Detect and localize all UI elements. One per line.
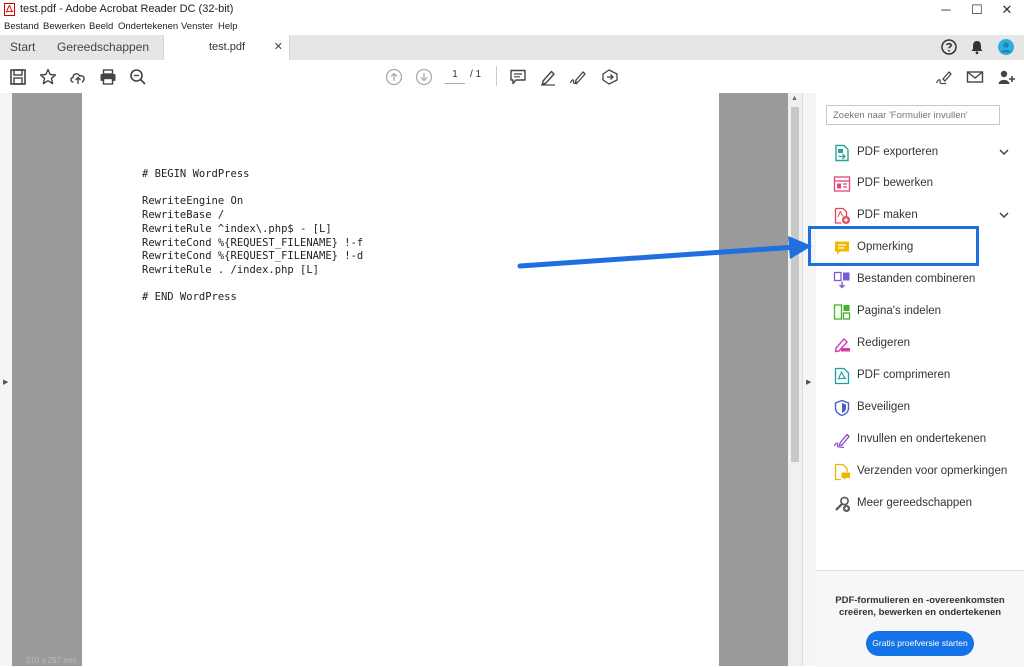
menu-bar: Bestand Bewerken Beeld Ondertekenen Vens…	[0, 20, 1024, 35]
tool-pdf-bewerken[interactable]: PDF bewerken	[816, 168, 1024, 200]
menu-venster[interactable]: Venster	[181, 21, 213, 32]
upload-cloud-icon[interactable]	[68, 67, 88, 87]
page-number-input[interactable]: 1	[445, 69, 465, 84]
tool-bestanden-combineren[interactable]: Bestanden combineren	[816, 264, 1024, 296]
compress-pdf-icon	[834, 367, 850, 385]
tool-meer-gereedschappen[interactable]: Meer gereedschappen	[816, 488, 1024, 520]
start-trial-button[interactable]: Gratis proefversie starten	[866, 631, 974, 656]
tab-tools[interactable]: Gereedschappen	[57, 40, 149, 54]
more-tools-icon	[835, 496, 850, 512]
protect-icon	[834, 399, 850, 417]
help-icon[interactable]	[940, 38, 958, 56]
promo-text: PDF-formulieren en -overeenkomsten creër…	[835, 595, 1005, 618]
page-count-label: / 1	[470, 69, 482, 80]
zoom-search-icon[interactable]	[128, 67, 148, 87]
window-title: test.pdf - Adobe Acrobat Reader DC (32-b…	[20, 3, 234, 15]
menu-ondertekenen[interactable]: Ondertekenen	[118, 21, 178, 32]
collapse-right-pane-icon: ▶	[806, 379, 812, 386]
tool-label: Invullen en ondertekenen	[857, 433, 987, 445]
tool-label: Verzenden voor opmerkingen	[857, 465, 1008, 477]
share-sign-icon[interactable]	[600, 67, 620, 87]
title-bar: test.pdf - Adobe Acrobat Reader DC (32-b…	[0, 0, 1024, 20]
close-window-button[interactable]: ✕	[990, 0, 1024, 20]
page-size-label: 210 x 297 mm	[26, 656, 77, 665]
export-pdf-icon	[835, 144, 849, 162]
profile-avatar-icon[interactable]	[997, 38, 1015, 56]
close-tab-icon[interactable]: ✕	[274, 40, 283, 53]
tab-document-label: test.pdf	[209, 41, 246, 53]
menu-bewerken[interactable]: Bewerken	[43, 21, 85, 32]
tab-bar: Start Gereedschappen test.pdf ✕	[0, 35, 1024, 61]
send-for-comments-icon	[834, 463, 850, 481]
tool-redigeren[interactable]: Redigeren	[816, 328, 1024, 360]
create-pdf-icon	[834, 207, 850, 224]
edit-pdf-icon	[833, 176, 851, 192]
next-page-icon[interactable]	[414, 67, 434, 87]
organize-pages-icon	[833, 304, 851, 320]
email-icon[interactable]	[965, 67, 985, 87]
main-toolbar: 1 / 1	[0, 60, 1024, 94]
tool-label: Pagina's indelen	[857, 305, 942, 317]
tool-beveiligen[interactable]: Beveiligen	[816, 392, 1024, 424]
menu-bestand[interactable]: Bestand	[4, 21, 39, 32]
tool-label: PDF maken	[857, 209, 918, 221]
pdf-page: # BEGIN WordPress RewriteEngine On Rewrit…	[82, 93, 719, 666]
scroll-up-icon[interactable]: ▲	[791, 95, 798, 102]
save-icon[interactable]	[8, 67, 28, 87]
highlight-pen-icon[interactable]	[538, 67, 558, 87]
tool-label: PDF bewerken	[857, 177, 934, 189]
fill-sign-icon	[833, 433, 850, 449]
tool-label: Bestanden combineren	[857, 273, 976, 285]
tools-panel: PDF exporteren PDF bewerken PDF maken Op…	[816, 93, 1024, 667]
tool-label: PDF exporteren	[857, 146, 939, 158]
maximize-button[interactable]: ☐	[960, 0, 994, 20]
tools-search-input[interactable]	[826, 105, 1000, 125]
toolbar-divider	[496, 66, 497, 86]
tool-paginas-indelen[interactable]: Pagina's indelen	[816, 296, 1024, 328]
trial-promo: PDF-formulieren en -overeenkomsten creër…	[816, 570, 1024, 667]
document-text: # BEGIN WordPress RewriteEngine On Rewrit…	[142, 168, 364, 304]
print-icon[interactable]	[98, 67, 118, 87]
minimize-button[interactable]: ─	[929, 0, 963, 20]
highlight-box	[808, 226, 979, 266]
scrollbar-thumb[interactable]	[791, 107, 799, 462]
add-user-icon[interactable]	[996, 67, 1016, 87]
tool-pdf-exporteren[interactable]: PDF exporteren	[816, 137, 1024, 169]
chevron-down-icon[interactable]	[998, 146, 1010, 158]
tool-label: PDF comprimeren	[857, 369, 951, 381]
tool-pdf-comprimeren[interactable]: PDF comprimeren	[816, 360, 1024, 392]
document-viewer[interactable]: # BEGIN WordPress RewriteEngine On Rewrit…	[12, 93, 788, 666]
tab-document[interactable]: test.pdf ✕	[163, 35, 290, 61]
acrobat-app-icon	[4, 3, 15, 16]
star-icon[interactable]	[38, 67, 58, 87]
comment-toolbar-icon[interactable]	[508, 67, 528, 87]
tool-verzenden-voor-opmerkingen[interactable]: Verzenden voor opmerkingen	[816, 456, 1024, 488]
menu-help[interactable]: Help	[218, 21, 238, 32]
tool-invullen-en-ondertekenen[interactable]: Invullen en ondertekenen	[816, 424, 1024, 456]
menu-beeld[interactable]: Beeld	[89, 21, 113, 32]
fill-sign-pen-icon[interactable]	[934, 67, 954, 87]
tool-label: Beveiligen	[857, 401, 911, 413]
tool-label: Redigeren	[857, 337, 911, 349]
chevron-down-icon[interactable]	[998, 209, 1010, 221]
tool-label: Meer gereedschappen	[857, 497, 973, 509]
draw-sign-icon[interactable]	[568, 67, 588, 87]
expand-left-icon: ▶	[3, 379, 9, 386]
previous-page-icon[interactable]	[384, 67, 404, 87]
redact-icon	[834, 338, 850, 353]
vertical-scrollbar[interactable]: ▲	[788, 93, 802, 666]
notifications-bell-icon[interactable]	[968, 38, 986, 56]
combine-files-icon	[833, 271, 850, 289]
tab-start[interactable]: Start	[10, 40, 35, 54]
right-pane-toggle[interactable]: ▶	[802, 93, 817, 666]
